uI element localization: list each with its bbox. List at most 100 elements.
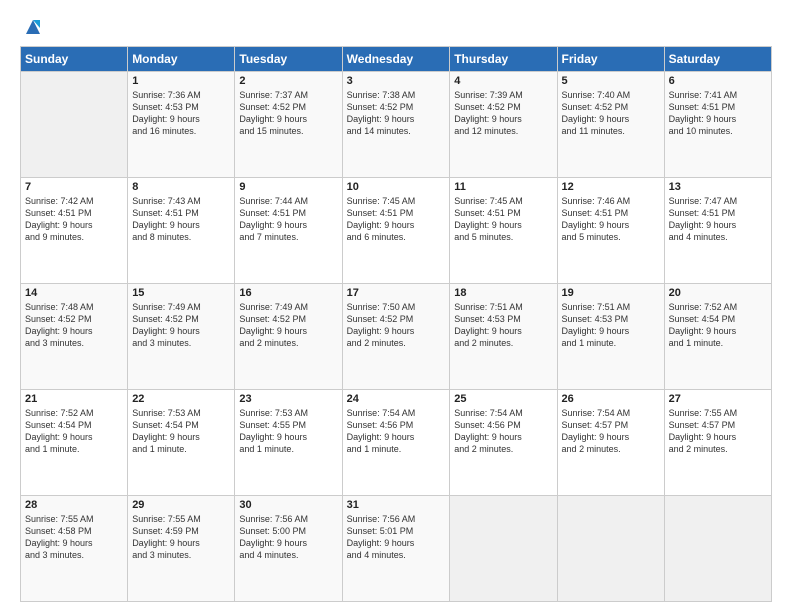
day-number: 30 (239, 499, 337, 511)
day-number: 23 (239, 393, 337, 405)
day-info: Sunrise: 7:45 AM Sunset: 4:51 PM Dayligh… (347, 195, 446, 244)
day-info: Sunrise: 7:55 AM Sunset: 4:59 PM Dayligh… (132, 513, 230, 562)
calendar-cell: 4Sunrise: 7:39 AM Sunset: 4:52 PM Daylig… (450, 72, 557, 178)
day-number: 1 (132, 75, 230, 87)
calendar-cell: 31Sunrise: 7:56 AM Sunset: 5:01 PM Dayli… (342, 496, 450, 602)
top-header (20, 16, 772, 38)
day-info: Sunrise: 7:36 AM Sunset: 4:53 PM Dayligh… (132, 89, 230, 138)
calendar-week-row: 7 Sunrise: 7:42 AM Sunset: 4:51 PM Daylig… (21, 178, 772, 284)
day-info: Sunrise: 7:51 AM Sunset: 4:53 PM Dayligh… (454, 301, 552, 350)
page: SundayMondayTuesdayWednesdayThursdayFrid… (0, 0, 792, 612)
calendar-cell: 19 Sunrise: 7:51 AM Sunset: 4:53 PM Dayli… (557, 284, 664, 390)
day-number: 5 (562, 75, 660, 87)
day-info: Sunrise: 7:52 AM Sunset: 4:54 PM Dayligh… (25, 407, 123, 456)
weekday-header: Friday (557, 47, 664, 72)
day-number: 6 (669, 75, 767, 87)
day-info: Sunrise: 7:47 AM Sunset: 4:51 PM Dayligh… (669, 195, 767, 244)
day-number: 18 (454, 287, 552, 299)
calendar-cell: 12Sunrise: 7:46 AM Sunset: 4:51 PM Dayli… (557, 178, 664, 284)
day-info: Sunrise: 7:42 AM Sunset: 4:51 PM Dayligh… (25, 195, 123, 244)
calendar-cell: 8Sunrise: 7:43 AM Sunset: 4:51 PM Daylig… (128, 178, 235, 284)
calendar-cell: 17 Sunrise: 7:50 AM Sunset: 4:52 PM Dayli… (342, 284, 450, 390)
day-number: 2 (239, 75, 337, 87)
day-number: 19 (562, 287, 660, 299)
calendar-table: SundayMondayTuesdayWednesdayThursdayFrid… (20, 46, 772, 602)
calendar-cell: 25 Sunrise: 7:54 AM Sunset: 4:56 PM Dayli… (450, 390, 557, 496)
weekday-header: Thursday (450, 47, 557, 72)
day-number: 22 (132, 393, 230, 405)
day-number: 14 (25, 287, 123, 299)
day-info: Sunrise: 7:46 AM Sunset: 4:51 PM Dayligh… (562, 195, 660, 244)
calendar-cell: 29 Sunrise: 7:55 AM Sunset: 4:59 PM Dayli… (128, 496, 235, 602)
day-info: Sunrise: 7:55 AM Sunset: 4:57 PM Dayligh… (669, 407, 767, 456)
day-number: 3 (347, 75, 446, 87)
calendar-week-row: 14Sunrise: 7:48 AM Sunset: 4:52 PM Dayli… (21, 284, 772, 390)
day-info: Sunrise: 7:56 AM Sunset: 5:00 PM Dayligh… (239, 513, 337, 562)
day-number: 27 (669, 393, 767, 405)
day-number: 25 (454, 393, 552, 405)
day-info: Sunrise: 7:49 AM Sunset: 4:52 PM Dayligh… (132, 301, 230, 350)
calendar-cell: 14Sunrise: 7:48 AM Sunset: 4:52 PM Dayli… (21, 284, 128, 390)
day-number: 7 (25, 181, 123, 193)
weekday-header: Tuesday (235, 47, 342, 72)
calendar-cell (450, 496, 557, 602)
calendar-cell: 5 Sunrise: 7:40 AM Sunset: 4:52 PM Daylig… (557, 72, 664, 178)
calendar-header-row: SundayMondayTuesdayWednesdayThursdayFrid… (21, 47, 772, 72)
calendar-cell: 15 Sunrise: 7:49 AM Sunset: 4:52 PM Dayli… (128, 284, 235, 390)
day-number: 24 (347, 393, 446, 405)
calendar-cell: 10 Sunrise: 7:45 AM Sunset: 4:51 PM Dayli… (342, 178, 450, 284)
weekday-header: Wednesday (342, 47, 450, 72)
day-number: 13 (669, 181, 767, 193)
calendar-week-row: 1 Sunrise: 7:36 AM Sunset: 4:53 PM Daylig… (21, 72, 772, 178)
day-info: Sunrise: 7:54 AM Sunset: 4:56 PM Dayligh… (347, 407, 446, 456)
day-number: 28 (25, 499, 123, 511)
calendar-cell: 21 Sunrise: 7:52 AM Sunset: 4:54 PM Dayli… (21, 390, 128, 496)
day-info: Sunrise: 7:52 AM Sunset: 4:54 PM Dayligh… (669, 301, 767, 350)
day-number: 17 (347, 287, 446, 299)
weekday-header: Sunday (21, 47, 128, 72)
calendar-cell (21, 72, 128, 178)
day-info: Sunrise: 7:55 AM Sunset: 4:58 PM Dayligh… (25, 513, 123, 562)
logo-icon (22, 16, 44, 38)
day-info: Sunrise: 7:53 AM Sunset: 4:54 PM Dayligh… (132, 407, 230, 456)
day-number: 15 (132, 287, 230, 299)
day-info: Sunrise: 7:37 AM Sunset: 4:52 PM Dayligh… (239, 89, 337, 138)
day-info: Sunrise: 7:40 AM Sunset: 4:52 PM Dayligh… (562, 89, 660, 138)
day-number: 10 (347, 181, 446, 193)
calendar-cell: 30 Sunrise: 7:56 AM Sunset: 5:00 PM Dayli… (235, 496, 342, 602)
day-number: 11 (454, 181, 552, 193)
weekday-header: Saturday (664, 47, 771, 72)
calendar-week-row: 28 Sunrise: 7:55 AM Sunset: 4:58 PM Dayli… (21, 496, 772, 602)
day-number: 4 (454, 75, 552, 87)
day-info: Sunrise: 7:51 AM Sunset: 4:53 PM Dayligh… (562, 301, 660, 350)
day-number: 20 (669, 287, 767, 299)
weekday-header: Monday (128, 47, 235, 72)
calendar-cell: 20 Sunrise: 7:52 AM Sunset: 4:54 PM Dayli… (664, 284, 771, 390)
logo (20, 16, 44, 38)
day-info: Sunrise: 7:54 AM Sunset: 4:56 PM Dayligh… (454, 407, 552, 456)
day-number: 8 (132, 181, 230, 193)
day-info: Sunrise: 7:54 AM Sunset: 4:57 PM Dayligh… (562, 407, 660, 456)
calendar-cell: 16Sunrise: 7:49 AM Sunset: 4:52 PM Dayli… (235, 284, 342, 390)
calendar-cell (557, 496, 664, 602)
day-info: Sunrise: 7:53 AM Sunset: 4:55 PM Dayligh… (239, 407, 337, 456)
calendar-cell: 7 Sunrise: 7:42 AM Sunset: 4:51 PM Daylig… (21, 178, 128, 284)
calendar-cell: 3 Sunrise: 7:38 AM Sunset: 4:52 PM Daylig… (342, 72, 450, 178)
day-info: Sunrise: 7:49 AM Sunset: 4:52 PM Dayligh… (239, 301, 337, 350)
day-info: Sunrise: 7:56 AM Sunset: 5:01 PM Dayligh… (347, 513, 446, 562)
calendar-cell: 28 Sunrise: 7:55 AM Sunset: 4:58 PM Dayli… (21, 496, 128, 602)
calendar-cell: 24 Sunrise: 7:54 AM Sunset: 4:56 PM Dayli… (342, 390, 450, 496)
calendar-week-row: 21 Sunrise: 7:52 AM Sunset: 4:54 PM Dayli… (21, 390, 772, 496)
calendar-cell: 26Sunrise: 7:54 AM Sunset: 4:57 PM Dayli… (557, 390, 664, 496)
day-info: Sunrise: 7:44 AM Sunset: 4:51 PM Dayligh… (239, 195, 337, 244)
calendar-cell (664, 496, 771, 602)
day-number: 29 (132, 499, 230, 511)
day-info: Sunrise: 7:38 AM Sunset: 4:52 PM Dayligh… (347, 89, 446, 138)
day-info: Sunrise: 7:50 AM Sunset: 4:52 PM Dayligh… (347, 301, 446, 350)
calendar-cell: 23 Sunrise: 7:53 AM Sunset: 4:55 PM Dayli… (235, 390, 342, 496)
day-info: Sunrise: 7:41 AM Sunset: 4:51 PM Dayligh… (669, 89, 767, 138)
calendar-cell: 18 Sunrise: 7:51 AM Sunset: 4:53 PM Dayli… (450, 284, 557, 390)
day-number: 21 (25, 393, 123, 405)
calendar-cell: 2 Sunrise: 7:37 AM Sunset: 4:52 PM Daylig… (235, 72, 342, 178)
calendar-cell: 13 Sunrise: 7:47 AM Sunset: 4:51 PM Dayli… (664, 178, 771, 284)
